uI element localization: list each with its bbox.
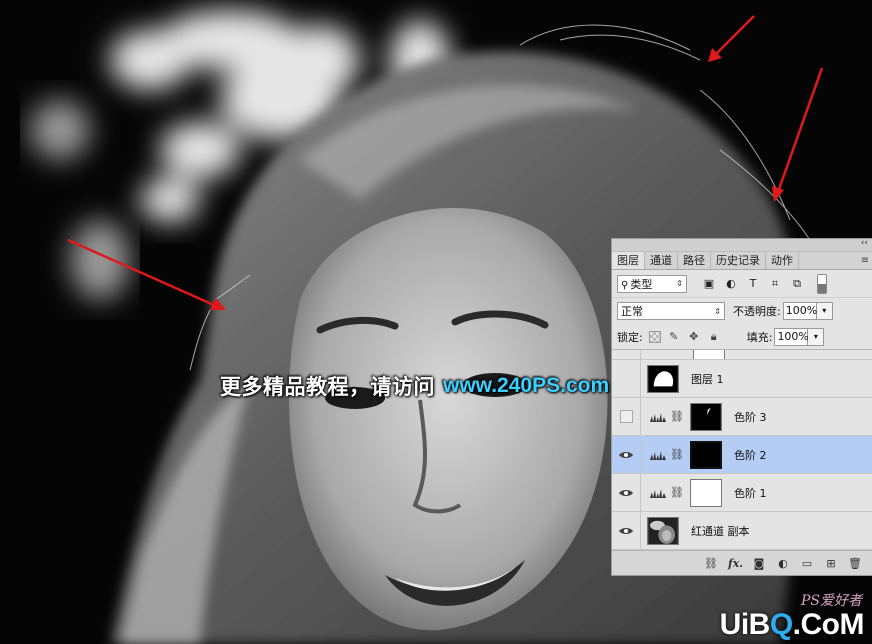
tab-actions[interactable]: 动作 <box>766 252 799 269</box>
layer-thumbnail-hair-mask <box>647 364 679 393</box>
layer-row-layer1[interactable]: 图层 1 <box>612 360 872 398</box>
layer-mask-thumbnail <box>689 440 722 469</box>
opacity-input[interactable]: 100% <box>782 302 817 320</box>
visibility-column[interactable] <box>612 474 641 511</box>
blend-opacity-row: 正常 ⇕ 不透明度: 100% ▾ <box>612 298 872 324</box>
filter-toggle-switch[interactable] <box>817 273 827 294</box>
collapse-panel-icon[interactable]: ‹‹ <box>861 238 868 248</box>
tab-channels[interactable]: 通道 <box>645 252 678 269</box>
tutorial-watermark: 更多精品教程，请访问 www.240PS.com <box>220 370 609 402</box>
lock-transparent-icon[interactable] <box>648 330 661 343</box>
layer-thumbnail <box>693 350 725 359</box>
logo-text-part1: UiB <box>719 608 771 641</box>
layer-filter-row: ⚲ 类型 ⇕ ▣ ◐ T ⌗ ⧉ <box>612 270 872 298</box>
layer-row-red-channel-copy[interactable]: 红通道 副本 <box>612 512 872 550</box>
lock-move-icon[interactable]: ✥ <box>687 330 701 344</box>
trash-icon[interactable]: 🗑︎ <box>848 557 862 570</box>
fill-input[interactable]: 100% <box>774 327 809 346</box>
layer-name: 色阶 1 <box>733 486 767 500</box>
layer-name: 图层 1 <box>691 372 724 386</box>
tab-layers[interactable]: 图层 <box>612 252 645 269</box>
visibility-off-box[interactable] <box>619 410 633 423</box>
panel-title-bar[interactable]: ‹‹ <box>612 238 872 252</box>
filter-type-icon[interactable]: T <box>745 276 761 292</box>
layer-row-levels3[interactable]: ⛓ 色阶 3 <box>612 398 872 436</box>
adjustment-layer-icon[interactable]: ◐ <box>776 557 790 570</box>
filter-icons: ▣ ◐ T ⌗ ⧉ <box>701 276 805 292</box>
lock-fill-row: 锁定: ✎ ✥ 🔒︎ 填充: 100% ▾ <box>612 324 872 350</box>
tab-spacer <box>799 252 858 269</box>
panel-footer: ⛓ fx. ◙ ◐ ▭ ⊞ 🗑︎ <box>612 550 872 575</box>
filter-kind-select[interactable]: ⚲ 类型 ⇕ <box>617 274 687 293</box>
panel-menu-icon[interactable]: ≡ <box>858 252 872 269</box>
levels-adjustment-icon <box>650 488 666 498</box>
logo-text: UiBQ.CoM <box>719 608 865 642</box>
eye-icon[interactable] <box>619 451 633 459</box>
select-spin-icon: ⇕ <box>714 306 721 316</box>
visibility-column[interactable] <box>612 436 641 473</box>
filter-adjustment-icon[interactable]: ◐ <box>723 276 739 292</box>
opacity-dropdown-icon[interactable]: ▾ <box>816 302 833 320</box>
layer-list: 图层 1 ⛓ 色阶 3 ⛓ 色阶 2 ⛓ 色阶 1 红通道 副本 <box>612 350 872 550</box>
tab-paths[interactable]: 路径 <box>678 252 711 269</box>
new-layer-icon[interactable]: ⊞ <box>824 557 838 570</box>
link-layers-icon[interactable]: ⛓ <box>704 557 718 570</box>
watermark-chinese-text: 更多精品教程，请访问 <box>220 375 435 399</box>
search-icon: ⚲ <box>621 279 629 291</box>
levels-adjustment-icon <box>650 412 666 422</box>
eye-icon[interactable] <box>619 489 633 497</box>
add-mask-icon[interactable]: ◙ <box>752 557 766 570</box>
tab-history[interactable]: 历史记录 <box>711 252 766 269</box>
layer-name: 红通道 副本 <box>691 524 750 538</box>
logo-text-q: Q <box>769 608 793 641</box>
lock-icons: ✎ ✥ 🔒︎ <box>648 330 721 344</box>
visibility-column[interactable] <box>612 512 641 549</box>
layer-name: 色阶 3 <box>733 410 767 424</box>
levels-adjustment-icon <box>650 450 666 460</box>
visibility-column[interactable] <box>612 398 641 435</box>
blend-mode-value: 正常 <box>621 305 643 318</box>
mask-link-icon[interactable]: ⛓ <box>670 410 684 423</box>
eye-icon[interactable] <box>619 527 633 535</box>
lock-all-icon[interactable]: 🔒︎ <box>707 330 721 344</box>
lock-brush-icon[interactable]: ✎ <box>667 330 681 344</box>
layer-row-hidden-top[interactable] <box>612 350 872 360</box>
layer-name: 色阶 2 <box>733 448 767 462</box>
mask-link-icon[interactable]: ⛓ <box>670 448 684 461</box>
layers-panel: ‹‹ 图层 通道 路径 历史记录 动作 ≡ ⚲ 类型 ⇕ ▣ ◐ T ⌗ ⧉ 正常… <box>611 238 872 576</box>
fill-label: 填充: <box>746 330 773 344</box>
fx-icon[interactable]: fx. <box>728 557 743 570</box>
filter-smart-object-icon[interactable]: ⧉ <box>789 276 805 292</box>
layer-row-levels1[interactable]: ⛓ 色阶 1 <box>612 474 872 512</box>
visibility-column[interactable] <box>612 360 641 397</box>
select-spin-icon: ⇕ <box>676 279 683 288</box>
lock-label: 锁定: <box>617 330 643 344</box>
layer-mask-thumbnail <box>689 402 722 431</box>
opacity-label: 不透明度: <box>733 305 781 318</box>
site-logo: UiBQ.CoM <box>719 606 865 642</box>
filter-shape-icon[interactable]: ⌗ <box>767 276 783 292</box>
blend-mode-select[interactable]: 正常 ⇕ <box>617 302 725 320</box>
visibility-column[interactable] <box>612 350 641 359</box>
filter-kind-value: 类型 <box>630 277 653 291</box>
layer-mask-thumbnail <box>689 478 722 507</box>
mask-link-icon[interactable]: ⛓ <box>670 486 684 499</box>
fill-dropdown-icon[interactable]: ▾ <box>808 327 825 346</box>
filter-pixel-icon[interactable]: ▣ <box>701 276 717 292</box>
logo-text-part2: .CoM <box>792 608 865 641</box>
layer-thumbnail-photo <box>647 516 679 545</box>
layer-row-levels2[interactable]: ⛓ 色阶 2 <box>612 436 872 474</box>
new-group-folder-icon[interactable]: ▭ <box>800 557 814 570</box>
watermark-url-text: www.240PS.com <box>443 374 610 397</box>
panel-tabs: 图层 通道 路径 历史记录 动作 ≡ <box>612 252 872 270</box>
